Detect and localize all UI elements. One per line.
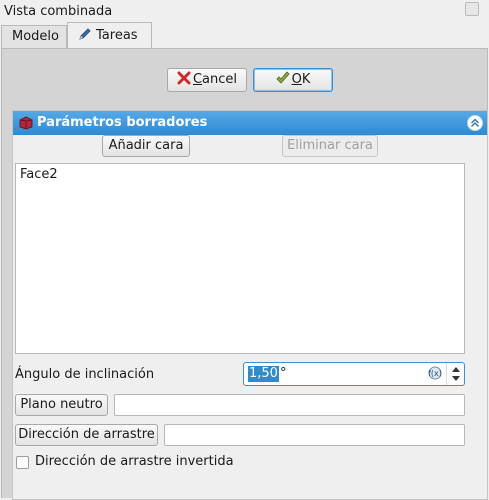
svg-text:f(x): f(x)	[428, 369, 442, 378]
neutral-plane-field[interactable]	[114, 394, 465, 416]
faces-list[interactable]: Face2	[15, 163, 465, 354]
neutral-plane-button[interactable]: Plano neutro	[15, 394, 108, 416]
cancel-button[interactable]: Cancel	[167, 68, 247, 92]
window-titlebar: Vista combinada	[0, 0, 489, 22]
list-item[interactable]: Face2	[20, 167, 58, 182]
tab-modelo[interactable]: Modelo	[1, 25, 67, 48]
window-title: Vista combinada	[4, 4, 113, 19]
ok-mnemonic: O	[291, 72, 302, 87]
pull-direction-field[interactable]	[164, 424, 465, 446]
tab-bar: Modelo Tareas	[0, 22, 489, 48]
ok-check-icon	[276, 71, 290, 84]
panel-title: Parámetros borradores	[37, 115, 208, 130]
tab-modelo-label: Modelo	[12, 29, 59, 44]
chevron-up-icon[interactable]	[452, 367, 460, 372]
angle-unit: °	[280, 366, 287, 381]
tab-tareas-label: Tareas	[96, 28, 138, 43]
tab-tareas[interactable]: Tareas	[67, 22, 152, 48]
float-dock-button[interactable]	[465, 2, 479, 16]
angle-value[interactable]: 1,50	[248, 366, 279, 382]
draft-feature-icon	[19, 116, 33, 130]
add-face-button[interactable]: Añadir cara	[102, 135, 190, 157]
task-pane: Cancel OK Parámetros borradores Añadir c…	[1, 48, 488, 500]
pull-direction-button[interactable]: Dirección de arrastre	[15, 424, 158, 446]
cancel-x-icon	[177, 71, 191, 85]
ok-button[interactable]: OK	[253, 68, 333, 92]
chevron-down-icon[interactable]	[452, 376, 460, 381]
remove-face-button[interactable]: Eliminar cara	[282, 135, 378, 157]
panel-header[interactable]: Parámetros borradores	[13, 111, 487, 135]
reverse-direction-label[interactable]: Dirección de arrastre invertida	[35, 454, 234, 469]
angle-spinbox[interactable]: 1,50 ° f(x)	[243, 362, 465, 386]
reverse-direction-checkbox[interactable]	[16, 456, 29, 469]
cancel-label: ancel	[202, 72, 238, 87]
ok-label: K	[301, 72, 311, 87]
expression-icon[interactable]: f(x)	[428, 366, 442, 380]
angle-stepper[interactable]	[446, 363, 464, 385]
cancel-mnemonic: C	[192, 72, 203, 87]
angle-label: Ángulo de inclinación	[15, 367, 155, 382]
pencil-icon	[79, 28, 91, 40]
collapse-icon[interactable]	[467, 115, 483, 131]
